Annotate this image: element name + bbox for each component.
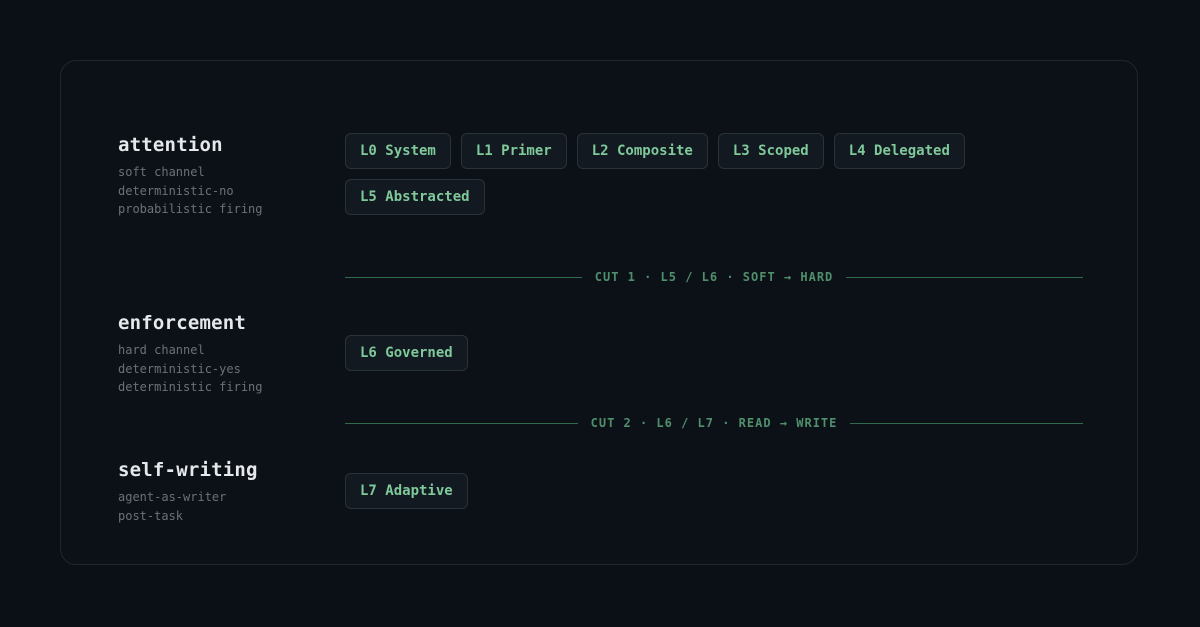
tier-description: hard channel deterministic-yes determini… [118,341,338,397]
cut-line [850,422,1083,424]
cut-line [846,276,1084,278]
tier-title: attention [118,134,223,156]
tier-title: self-writing [118,459,258,481]
cut-line [345,276,582,278]
tier-desc-line: soft channel [118,165,205,179]
tier-desc-line: post-task [118,508,184,523]
tier-self-writing-levels: L7 Adaptive [345,473,975,509]
level-chip-l1[interactable]: L1 Primer [460,133,567,169]
tier-desc-line: deterministic-no [118,183,234,198]
level-chip-l6[interactable]: L6 Governed [345,335,468,371]
cut-label: CUT 2 · L6 / L7 · READ → WRITE [590,416,838,430]
tier-desc-line: probabilistic firing [118,202,263,216]
level-chip-l7[interactable]: L7 Adaptive [345,473,468,509]
tier-desc-line: hard channel [118,343,205,357]
tier-desc-line: agent-as-writer [118,490,227,504]
level-chip-l4[interactable]: L4 Delegated [833,133,965,169]
tier-enforcement-levels: L6 Governed [345,335,975,371]
cut-label: CUT 1 · L5 / L6 · SOFT → HARD [594,270,834,284]
tier-enforcement: enforcement hard channel deterministic-y… [118,312,338,397]
tier-self-writing: self-writing agent-as-writer post-task [118,459,338,525]
cut-divider-1: CUT 1 · L5 / L6 · SOFT → HARD [345,267,1084,287]
tier-description: soft channel deterministic-no probabilis… [118,163,338,219]
tier-desc-line: deterministic firing [118,380,263,394]
level-chip-l0[interactable]: L0 System [345,133,451,169]
tier-desc-line: deterministic-yes [118,361,241,376]
tier-description: agent-as-writer post-task [118,488,338,525]
cut-line [345,422,578,424]
level-chip-l3[interactable]: L3 Scoped [717,133,824,169]
tier-title: enforcement [118,312,247,334]
cut-divider-2: CUT 2 · L6 / L7 · READ → WRITE [345,413,1083,433]
layer-diagram-card: attention soft channel deterministic-no … [60,60,1138,565]
level-chip-l2[interactable]: L2 Composite [576,133,708,169]
tier-attention: attention soft channel deterministic-no … [118,134,338,219]
level-chip-l5[interactable]: L5 Abstracted [345,179,485,215]
tier-attention-levels: L0 System L1 Primer L2 Composite L3 Scop… [345,133,975,215]
